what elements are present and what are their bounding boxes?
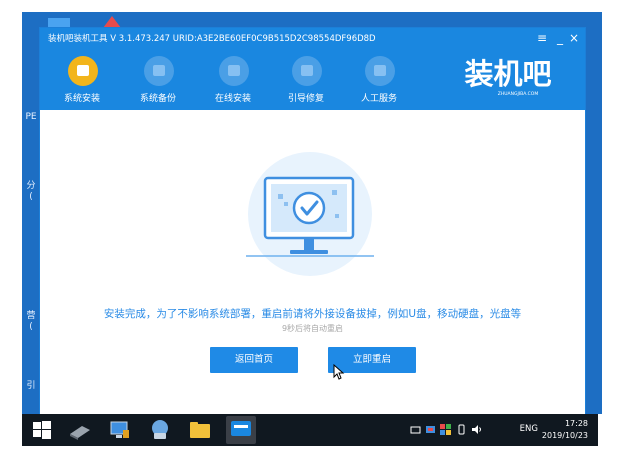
desktop-icon-label: 引	[26, 381, 36, 391]
zhuangjiba-taskbar-icon[interactable]	[226, 416, 256, 444]
nav-item-system-backup[interactable]: 系统备份	[126, 54, 190, 108]
start-button-icon[interactable]	[30, 418, 54, 442]
clock-date: 2019/10/23	[541, 431, 588, 440]
minimize-button[interactable]: _	[557, 30, 563, 46]
volume-icon[interactable]	[471, 424, 482, 435]
app-icon	[231, 421, 251, 436]
menu-button[interactable]: ≡	[537, 30, 547, 46]
keyboard-icon[interactable]	[410, 424, 421, 435]
taskbar: ENG 17:28 2019/10/23	[22, 414, 598, 446]
nav-item-boot-repair[interactable]: 引导修复	[274, 54, 338, 108]
restart-countdown: 9秒后将自动重启	[281, 324, 344, 333]
clock-time: 17:28	[564, 419, 588, 428]
brand-name: 装机吧	[464, 57, 551, 91]
desktop-icon-label: (	[29, 192, 33, 202]
system-tray: ENG 17:28 2019/10/23	[408, 414, 588, 446]
window-title: 装机吧装机工具 V 3.1.473.247 URID:A3E2BE60EF0C9…	[48, 34, 376, 44]
decor-square-icon	[335, 214, 339, 218]
nav-label: 引导修复	[287, 94, 324, 104]
folder-icon[interactable]	[188, 418, 212, 442]
decor-square-icon	[332, 190, 337, 195]
app-window: 装机吧装机工具 V 3.1.473.247 URID:A3E2BE60EF0C9…	[39, 27, 586, 418]
online-install-icon	[219, 56, 249, 86]
clock[interactable]: 17:28 2019/10/23	[540, 418, 588, 442]
desktop-icon-label: PE	[25, 112, 37, 122]
nav-label: 在线安装	[214, 94, 251, 104]
nav-item-customer-service[interactable]: 人工服务	[347, 54, 411, 108]
nav-label: 系统安装	[63, 94, 100, 104]
brand-logo: 装机吧 ZHUANGJIBA.COM	[464, 57, 551, 97]
mouse-cursor-icon	[333, 364, 345, 380]
nav-label: 人工服务	[360, 94, 397, 104]
input-language-indicator[interactable]: ENG	[520, 424, 538, 434]
customer-service-icon	[365, 56, 395, 86]
computer-icon[interactable]	[108, 418, 132, 442]
disk-tool-icon[interactable]	[68, 418, 92, 442]
decor-square-icon	[284, 202, 288, 206]
system-backup-icon	[144, 56, 174, 86]
content-panel: 安装完成，为了不影响系统部署，重启前请将外接设备拔掉，例如U盘，移动硬盘，光盘等…	[40, 110, 585, 417]
back-to-home-button[interactable]: 返回首页	[210, 347, 298, 373]
nav-item-online-install[interactable]: 在线安装	[201, 54, 265, 108]
monitor-base	[290, 250, 328, 254]
usb-icon[interactable]	[456, 424, 467, 435]
network-status-icon[interactable]	[425, 424, 436, 435]
desktop-icon-label: 营	[26, 311, 36, 321]
decor-square-icon	[278, 194, 283, 199]
close-button[interactable]: ×	[569, 30, 579, 46]
desktop-icon-label: (	[29, 322, 33, 332]
nav-item-system-install[interactable]: 系统安装	[50, 54, 114, 108]
system-install-icon	[68, 56, 98, 86]
install-complete-illustration	[246, 152, 374, 276]
check-circle-icon	[292, 191, 326, 225]
nav-label: 系统备份	[139, 94, 176, 104]
color-app-icon[interactable]	[440, 424, 451, 435]
desktop-icon-label: 分	[26, 181, 36, 191]
brand-url: ZHUANGJIBA.COM	[498, 91, 539, 97]
monitor-stand	[304, 238, 314, 250]
install-complete-message: 安装完成，为了不影响系统部署，重启前请将外接设备拔掉，例如U盘，移动硬盘，光盘等	[103, 308, 522, 320]
title-bar[interactable]: 装机吧装机工具 V 3.1.473.247 URID:A3E2BE60EF0C9…	[40, 28, 585, 50]
nav-bar: 系统安装 系统备份 在线安装 引导修复 人工服务 装机吧 ZHUANGJIBA.…	[40, 50, 585, 110]
boot-repair-icon	[292, 56, 322, 86]
network-icon[interactable]	[148, 418, 172, 442]
screen: PE 分 ( 营 ( 引 装机吧装机工具 V 3.1.473.247 URID:…	[0, 0, 627, 460]
